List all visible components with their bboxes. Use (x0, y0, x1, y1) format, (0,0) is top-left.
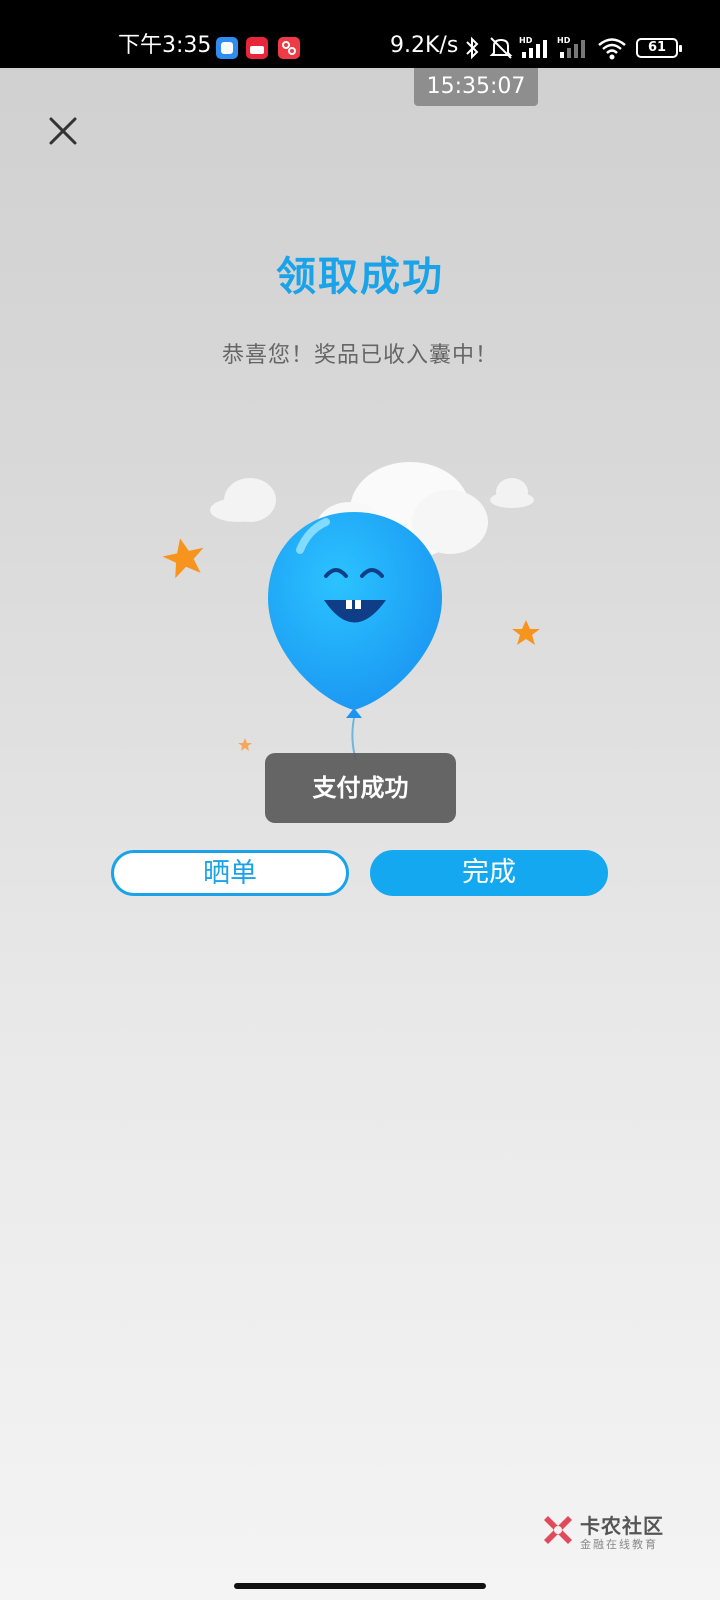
battery-icon: 61 (636, 38, 682, 58)
wifi-icon (596, 34, 628, 66)
close-button[interactable] (44, 112, 82, 150)
watermark-name: 卡农社区 (580, 1514, 664, 1538)
network-speed: 9.2K/s (390, 33, 459, 58)
star-icon-tiny (238, 738, 252, 751)
app-icon-red-2 (278, 37, 300, 59)
balloon-icon (268, 512, 442, 761)
cloud-icon-right (490, 478, 534, 508)
status-bar: 下午3:35 9.2K/s HD HD 61 (0, 0, 720, 68)
close-icon (49, 117, 77, 145)
page-title: 领取成功 (276, 254, 444, 300)
share-button[interactable]: 晒单 (111, 850, 349, 896)
star-icon (162, 538, 204, 579)
watermark-tagline: 金融在线教育 (580, 1538, 658, 1551)
svg-text:HD: HD (519, 36, 533, 45)
watermark-logo-icon (544, 1516, 572, 1544)
status-time: 下午3:35 (118, 33, 212, 58)
time-overlay: 15:35:07 (414, 68, 538, 106)
mute-icon (488, 34, 514, 66)
app-icon-blue (216, 37, 238, 59)
signal-hd-icon-2: HD (556, 34, 590, 66)
app-icon-red (246, 37, 268, 59)
bluetooth-icon (464, 34, 480, 66)
star-icon-small (512, 620, 540, 645)
watermark: 卡农社区 金融在线教育 (540, 1510, 690, 1551)
toast: 支付成功 (265, 753, 456, 823)
page-subtitle: 恭喜您！奖品已收入囊中！ (221, 343, 498, 368)
balloon-illustration (150, 430, 570, 770)
svg-text:HD: HD (557, 36, 571, 45)
done-button[interactable]: 完成 (370, 850, 608, 896)
signal-hd-icon: HD (518, 34, 552, 66)
home-indicator[interactable] (234, 1583, 486, 1589)
cloud-icon-small (210, 478, 276, 522)
